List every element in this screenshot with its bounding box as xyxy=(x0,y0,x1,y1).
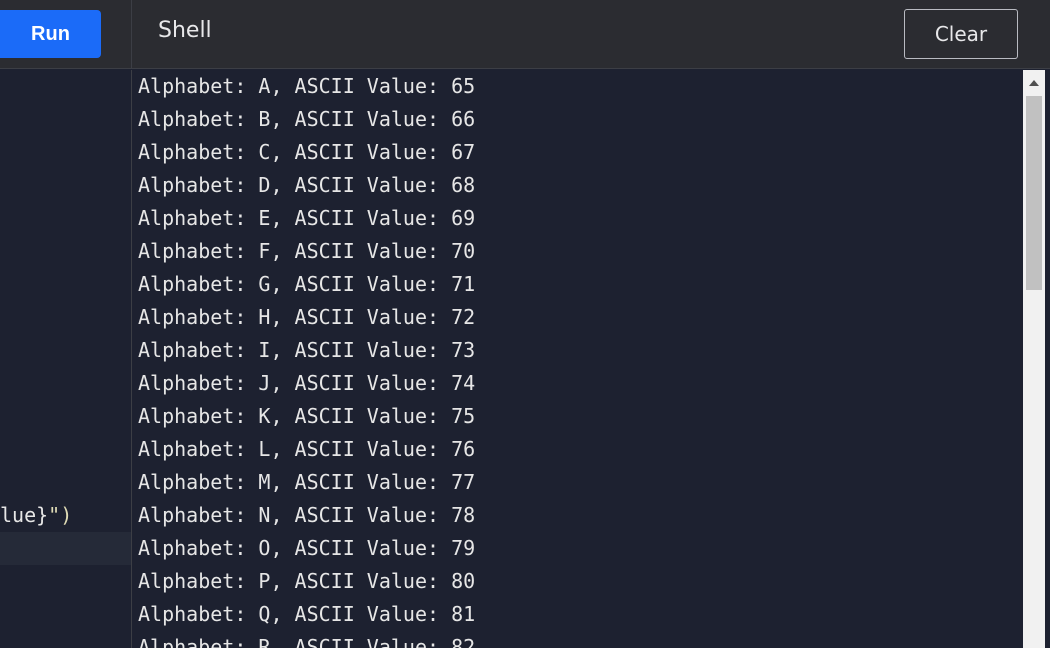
toolbar-divider xyxy=(131,0,132,69)
output-line: Alphabet: G, ASCII Value: 71 xyxy=(138,272,476,296)
output-line: Alphabet: Q, ASCII Value: 81 xyxy=(138,602,476,626)
shell-output: Alphabet: A, ASCII Value: 65 Alphabet: B,… xyxy=(138,70,1018,648)
output-line: Alphabet: N, ASCII Value: 78 xyxy=(138,503,476,527)
output-line: Alphabet: D, ASCII Value: 68 xyxy=(138,173,476,197)
output-line: Alphabet: B, ASCII Value: 66 xyxy=(138,107,476,131)
output-line: Alphabet: I, ASCII Value: 73 xyxy=(138,338,476,362)
output-line: Alphabet: P, ASCII Value: 80 xyxy=(138,569,476,593)
output-line: Alphabet: C, ASCII Value: 67 xyxy=(138,140,476,164)
window-edge xyxy=(1045,70,1050,648)
output-line: Alphabet: E, ASCII Value: 69 xyxy=(138,206,476,230)
output-line: Alphabet: L, ASCII Value: 76 xyxy=(138,437,476,461)
code-editor[interactable]: lue}") xyxy=(0,70,131,648)
code-line: lue}") xyxy=(0,499,72,532)
output-line: Alphabet: A, ASCII Value: 65 xyxy=(138,74,476,98)
output-line: Alphabet: J, ASCII Value: 74 xyxy=(138,371,476,395)
chevron-up-icon[interactable] xyxy=(1023,76,1045,90)
shell-title: Shell xyxy=(158,18,212,43)
output-line: Alphabet: O, ASCII Value: 79 xyxy=(138,536,476,560)
output-line: Alphabet: R, ASCII Value: 82 xyxy=(138,635,476,648)
pane-divider[interactable] xyxy=(131,70,132,648)
clear-button[interactable]: Clear xyxy=(904,9,1018,59)
output-line: Alphabet: F, ASCII Value: 70 xyxy=(138,239,476,263)
active-line-highlight xyxy=(0,532,131,565)
code-string-end: ") xyxy=(48,503,73,527)
scroll-thumb[interactable] xyxy=(1026,96,1042,290)
output-scrollbar[interactable] xyxy=(1023,70,1045,648)
output-line: Alphabet: M, ASCII Value: 77 xyxy=(138,470,476,494)
output-line: Alphabet: H, ASCII Value: 72 xyxy=(138,305,476,329)
toolbar: Run Shell Clear xyxy=(0,0,1050,69)
run-button[interactable]: Run xyxy=(0,10,101,58)
output-line: Alphabet: K, ASCII Value: 75 xyxy=(138,404,476,428)
code-fragment: lue} xyxy=(0,503,49,527)
